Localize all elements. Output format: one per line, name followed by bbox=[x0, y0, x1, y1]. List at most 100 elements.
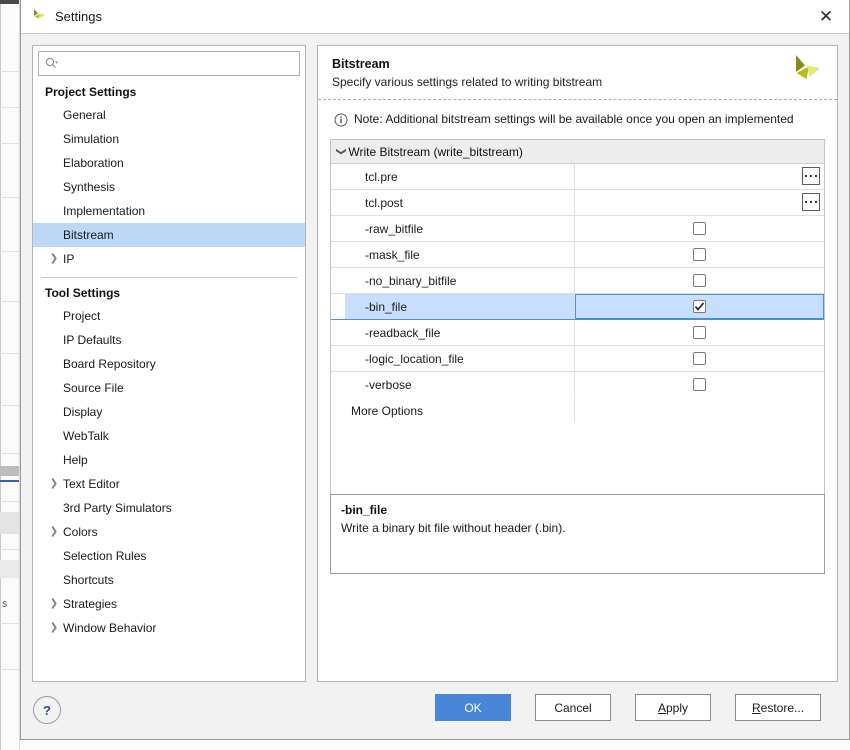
row-value-cell[interactable] bbox=[575, 294, 824, 319]
table-row[interactable]: -mask_file bbox=[331, 242, 824, 268]
bitstream-options-table: ❮ Write Bitstream (write_bitstream) tcl.… bbox=[330, 139, 825, 391]
sidebar-item-board-repository[interactable]: Board Repository bbox=[33, 352, 305, 376]
help-button[interactable]: ? bbox=[33, 696, 61, 724]
table-row[interactable]: -readback_file bbox=[331, 320, 824, 346]
search-input[interactable] bbox=[61, 56, 293, 72]
sidebar-item-label: Board Repository bbox=[63, 356, 156, 372]
checkbox-logic-location-file[interactable] bbox=[693, 352, 706, 365]
sidebar-item-implementation[interactable]: Implementation bbox=[33, 199, 305, 223]
table-row[interactable]: More Options bbox=[331, 398, 824, 424]
sidebar-item-source-file[interactable]: Source File bbox=[33, 376, 305, 400]
row-value-cell[interactable] bbox=[575, 190, 824, 215]
table-row[interactable]: -no_binary_bitfile bbox=[331, 268, 824, 294]
search-wrapper bbox=[33, 46, 305, 76]
sidebar-item-label: IP Defaults bbox=[63, 332, 121, 348]
search-box[interactable] bbox=[38, 51, 300, 76]
tree-group-project-settings: Project Settings bbox=[33, 81, 305, 103]
sidebar-item-simulation[interactable]: Simulation bbox=[33, 127, 305, 151]
sidebar-item-strategies[interactable]: ❯ Strategies bbox=[33, 592, 305, 616]
sidebar-item-display[interactable]: Display bbox=[33, 400, 305, 424]
sidebar-item-bitstream[interactable]: Bitstream bbox=[33, 223, 305, 247]
page-subtitle: Specify various settings related to writ… bbox=[332, 75, 823, 89]
sidebar-item-label: IP bbox=[63, 251, 74, 267]
table-row[interactable]: -verbose bbox=[331, 372, 824, 398]
apply-button[interactable]: Apply bbox=[635, 694, 711, 721]
row-value-cell[interactable] bbox=[575, 242, 824, 267]
row-indent bbox=[331, 242, 345, 267]
row-value-cell[interactable] bbox=[575, 320, 824, 345]
tree-divider bbox=[41, 277, 297, 278]
description-title: -bin_file bbox=[341, 503, 814, 517]
sidebar-item-help[interactable]: Help bbox=[33, 448, 305, 472]
sidebar-item-colors[interactable]: ❯ Colors bbox=[33, 520, 305, 544]
sidebar-item-label: Colors bbox=[63, 524, 98, 540]
sidebar-item-elaboration[interactable]: Elaboration bbox=[33, 151, 305, 175]
ok-button[interactable]: OK bbox=[435, 694, 511, 721]
table-row[interactable]: tcl.post bbox=[331, 190, 824, 216]
row-indent bbox=[331, 268, 345, 293]
sidebar-item-project[interactable]: Project bbox=[33, 304, 305, 328]
checkbox-bin-file[interactable] bbox=[693, 300, 706, 313]
sidebar-item-text-editor[interactable]: ❯ Text Editor bbox=[33, 472, 305, 496]
row-indent bbox=[331, 190, 345, 215]
row-value-cell[interactable] bbox=[575, 398, 824, 423]
row-indent bbox=[331, 320, 345, 345]
search-icon bbox=[45, 57, 58, 70]
checkbox-no-binary-bitfile[interactable] bbox=[693, 274, 706, 287]
dialog-title: Settings bbox=[55, 9, 102, 24]
sidebar-item-label: 3rd Party Simulators bbox=[63, 500, 172, 516]
sidebar-item-label: Source File bbox=[63, 380, 124, 396]
settings-dialog: Settings ✕ Project Se bbox=[20, 0, 850, 740]
row-value-cell[interactable] bbox=[575, 372, 824, 397]
chevron-right-icon[interactable]: ❯ bbox=[45, 524, 63, 540]
table-row[interactable]: tcl.pre bbox=[331, 164, 824, 190]
close-icon[interactable]: ✕ bbox=[803, 0, 849, 33]
table-row-selected[interactable]: -bin_file bbox=[331, 294, 824, 320]
row-value-cell[interactable] bbox=[575, 268, 824, 293]
sidebar-item-label: Selection Rules bbox=[63, 548, 146, 564]
tree-group-tool-settings: Tool Settings bbox=[33, 282, 305, 304]
sidebar-item-3rd-party-simulators[interactable]: 3rd Party Simulators bbox=[33, 496, 305, 520]
row-value-cell[interactable] bbox=[575, 164, 824, 189]
description-text: Write a binary bit file without header (… bbox=[341, 521, 814, 535]
sidebar-item-webtalk[interactable]: WebTalk bbox=[33, 424, 305, 448]
sidebar-item-label: Window Behavior bbox=[63, 620, 156, 636]
checkbox-raw-bitfile[interactable] bbox=[693, 222, 706, 235]
restore-button[interactable]: Restore... bbox=[735, 694, 821, 721]
row-name: -mask_file bbox=[345, 242, 575, 267]
sidebar-item-synthesis[interactable]: Synthesis bbox=[33, 175, 305, 199]
apply-mnemonic: A bbox=[658, 701, 666, 715]
row-value-cell[interactable] bbox=[575, 216, 824, 241]
sidebar-item-selection-rules[interactable]: Selection Rules bbox=[33, 544, 305, 568]
sidebar-item-window-behavior[interactable]: ❯ Window Behavior bbox=[33, 616, 305, 640]
chevron-right-icon[interactable]: ❯ bbox=[45, 620, 63, 636]
table-group-header[interactable]: ❮ Write Bitstream (write_bitstream) bbox=[331, 140, 824, 164]
row-name: -verbose bbox=[345, 372, 575, 397]
checkbox-verbose[interactable] bbox=[693, 378, 706, 391]
checkbox-readback-file[interactable] bbox=[693, 326, 706, 339]
chevron-right-icon[interactable]: ❯ bbox=[45, 476, 63, 492]
row-name: More Options bbox=[345, 398, 575, 423]
chevron-right-icon[interactable]: ❯ bbox=[45, 251, 63, 267]
restore-label-rest: estore... bbox=[761, 701, 804, 715]
dialog-titlebar: Settings ✕ bbox=[21, 0, 849, 34]
sidebar-item-label: Implementation bbox=[63, 203, 145, 219]
browse-ellipsis-button[interactable] bbox=[802, 167, 820, 185]
table-row[interactable]: -logic_location_file bbox=[331, 346, 824, 372]
sidebar-item-ip[interactable]: ❯ IP bbox=[33, 247, 305, 271]
chevron-down-icon[interactable]: ❮ bbox=[336, 147, 347, 155]
sidebar-item-ip-defaults[interactable]: IP Defaults bbox=[33, 328, 305, 352]
sidebar-item-label: Simulation bbox=[63, 131, 119, 147]
chevron-right-icon[interactable]: ❯ bbox=[45, 596, 63, 612]
row-value-cell[interactable] bbox=[575, 346, 824, 371]
sidebar-item-label: WebTalk bbox=[63, 428, 109, 444]
info-icon bbox=[334, 113, 348, 130]
sidebar-item-shortcuts[interactable]: Shortcuts bbox=[33, 568, 305, 592]
checkbox-mask-file[interactable] bbox=[693, 248, 706, 261]
info-note: Note: Additional bitstream settings will… bbox=[318, 100, 837, 139]
table-row[interactable]: -raw_bitfile bbox=[331, 216, 824, 242]
sidebar-item-general[interactable]: General bbox=[33, 103, 305, 127]
settings-tree: Project Settings General Simulation Elab… bbox=[33, 81, 305, 640]
browse-ellipsis-button[interactable] bbox=[802, 193, 820, 211]
cancel-button[interactable]: Cancel bbox=[535, 694, 611, 721]
